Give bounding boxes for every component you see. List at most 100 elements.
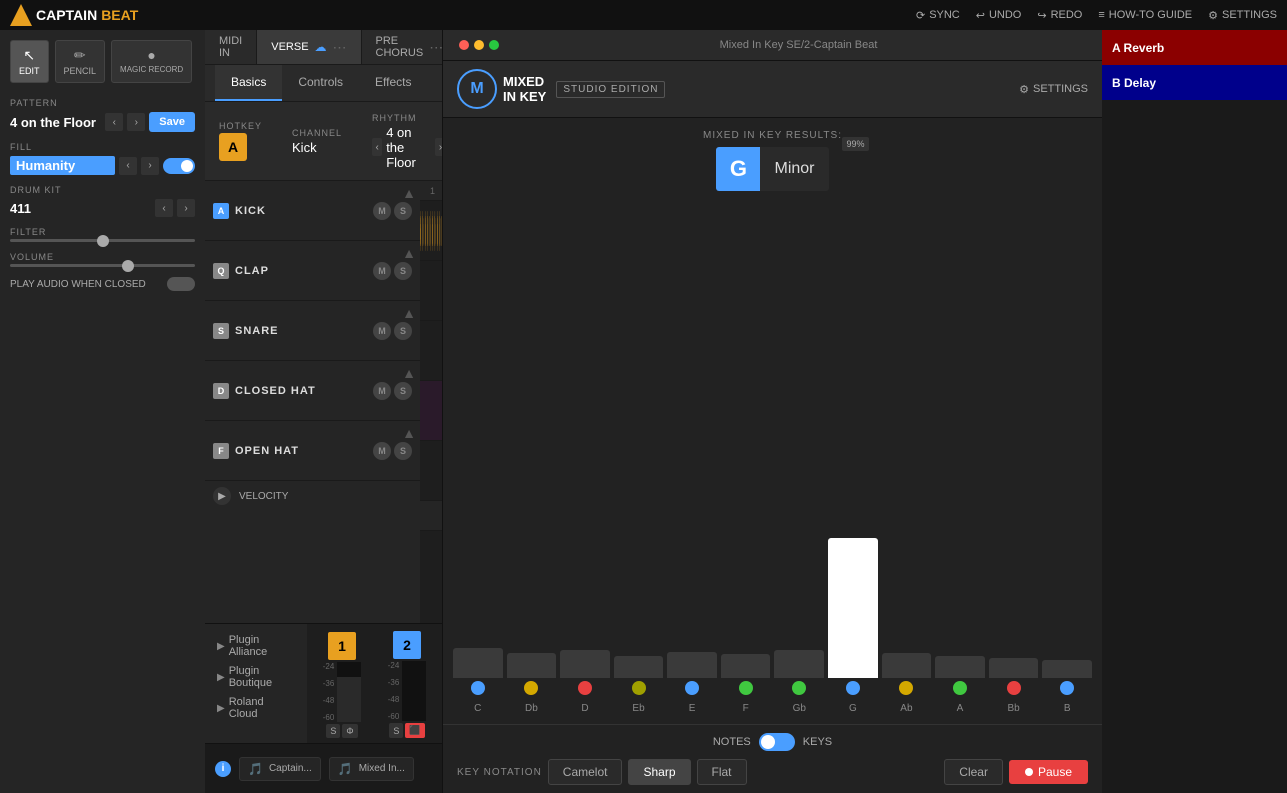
kick-hotkey: A [213,203,229,219]
plugin-boutique-item[interactable]: ▶ Plugin Boutique [213,663,299,691]
pattern-label: PATTERN [10,98,195,108]
pattern-next-button[interactable]: › [127,113,145,131]
minimize-window-button[interactable] [474,40,484,50]
pre-chorus-tab-options[interactable]: ⋯ [429,39,442,56]
mik-settings-button[interactable]: ⚙ SETTINGS [1019,83,1088,96]
pause-button[interactable]: Pause [1009,760,1088,784]
camelot-notation-button[interactable]: Camelot [548,759,623,785]
kick-solo-button[interactable]: S [394,202,412,220]
hotkey-field: HOTKEY A [219,121,262,161]
filter-slider[interactable] [10,239,195,242]
open-hat-expand-button[interactable]: ▲ [402,425,416,441]
captain-plugin-label: Captain... [269,763,312,774]
clap-mute-button[interactable]: M [373,262,391,280]
sharp-notation-button[interactable]: Sharp [628,759,690,785]
volume-slider[interactable] [10,264,195,267]
closed-hat-mute-button[interactable]: M [373,382,391,400]
maximize-window-button[interactable] [489,40,499,50]
kick-waveform [420,206,442,256]
kick-mute-button[interactable]: M [373,202,391,220]
mik-logo: M [457,69,497,109]
mik-key-note: G [716,147,760,191]
clap-expand-button[interactable]: ▲ [402,245,416,261]
channel-value: Kick [292,140,342,155]
tab-effects[interactable]: Effects [359,65,427,101]
how-to-guide-button[interactable]: ≡ HOW-TO GUIDE [1098,9,1192,21]
tab-pre-chorus[interactable]: PRE CHORUS ⋯ [362,30,442,64]
undo-button[interactable]: ↩ UNDO [976,9,1022,22]
settings-button[interactable]: ⚙ SETTINGS [1208,9,1277,22]
fill-next-button[interactable]: › [141,157,159,175]
open-hat-mute-button[interactable]: M [373,442,391,460]
flat-notation-button[interactable]: Flat [697,759,747,785]
drum-kit-prev-button[interactable]: ‹ [155,199,173,217]
clap-sequence-row [420,261,442,321]
bar-fill-gb [774,650,824,678]
info-icon[interactable]: i [215,761,231,777]
notes-keys-toggle[interactable] [759,733,795,751]
tab-basics[interactable]: Basics [215,65,282,101]
note-label-eb: Eb [614,703,664,714]
play-audio-toggle[interactable] [167,277,195,291]
tab-midi-in[interactable]: MIDI IN [205,30,257,64]
mik-plugin-label: Mixed In... [359,763,405,774]
edit-tool-button[interactable]: ↖ EDIT [10,40,49,83]
tab-controls[interactable]: Controls [282,65,359,101]
logo-icon [10,4,32,26]
kick-name: KICK [235,205,367,217]
captain-beat-plugin[interactable]: 🎵 Captain... [239,757,321,781]
plugin-alliance-item[interactable]: ▶ Plugin Alliance [213,632,299,660]
channel-1-s-button[interactable]: S [326,724,340,738]
mixed-in-key-plugin[interactable]: 🎵 Mixed In... [329,757,414,781]
verse-tab-options[interactable]: ⋯ [333,39,347,56]
rhythm-value: 4 on the Floor [386,125,431,170]
snare-solo-button[interactable]: S [394,322,412,340]
fill-prev-button[interactable]: ‹ [119,157,137,175]
fill-toggle[interactable] [163,158,195,174]
tab-verse[interactable]: VERSE ☁ ⋯ [257,30,361,64]
snare-mute-button[interactable]: M [373,322,391,340]
clear-button[interactable]: Clear [944,759,1003,785]
pencil-icon: ✏ [74,47,86,64]
seq-markers: 1 1.3 2 2.3 3 3.3 4 4.3 [425,181,442,200]
sync-button[interactable]: ⟳ SYNC [916,9,960,22]
pencil-tool-button[interactable]: ✏ PENCIL [55,40,106,83]
note-dot-bb [1007,681,1021,695]
note-label-f: F [721,703,771,714]
closed-hat-track: D CLOSED HAT ▲ M S [205,361,420,421]
piano-bar-gb [774,650,824,698]
note-label-e: E [667,703,717,714]
rhythm-prev-button[interactable]: ‹ [372,138,382,156]
pattern-section: PATTERN 4 on the Floor ‹ › Save [10,98,195,132]
app-logo: CAPTAIN BEAT [10,4,138,26]
channel-1-phi-button[interactable]: Φ [342,724,357,738]
pattern-prev-button[interactable]: ‹ [105,113,123,131]
piano-bar-ab [882,653,932,698]
sync-icon: ⟳ [916,9,925,22]
snare-expand-button[interactable]: ▲ [402,305,416,321]
clap-solo-button[interactable]: S [394,262,412,280]
pattern-value: 4 on the Floor [10,115,101,130]
piano-bar-e [667,652,717,698]
note-label-ab: Ab [882,703,932,714]
closed-hat-expand-button[interactable]: ▲ [402,365,416,381]
close-window-button[interactable] [459,40,469,50]
right-empty [1102,100,1287,793]
record-icon: ● [147,47,155,63]
note-label-gb: Gb [774,703,824,714]
mik-key-mode: Minor [760,147,828,191]
channel-2-s-button[interactable]: S [389,723,403,738]
mik-logo-text: MIXED IN KEY [503,74,546,104]
section-tabs: MIDI IN VERSE ☁ ⋯ PRE CHORUS ⋯ CHORUS ⋯ … [205,30,442,65]
redo-button[interactable]: ↪ REDO [1037,9,1082,22]
closed-hat-solo-button[interactable]: S [394,382,412,400]
open-hat-solo-button[interactable]: S [394,442,412,460]
roland-cloud-item[interactable]: ▶ Roland Cloud [213,694,299,722]
hotkey-box: A [219,133,247,161]
kick-expand-button[interactable]: ▲ [402,185,416,201]
save-button[interactable]: Save [149,112,195,132]
magic-record-button[interactable]: ● MAGIC RECORD [111,40,192,83]
drum-kit-next-button[interactable]: › [177,199,195,217]
channel-2-mute-button[interactable]: ⬛ [405,723,424,738]
tab-export[interactable]: Export [428,65,443,101]
